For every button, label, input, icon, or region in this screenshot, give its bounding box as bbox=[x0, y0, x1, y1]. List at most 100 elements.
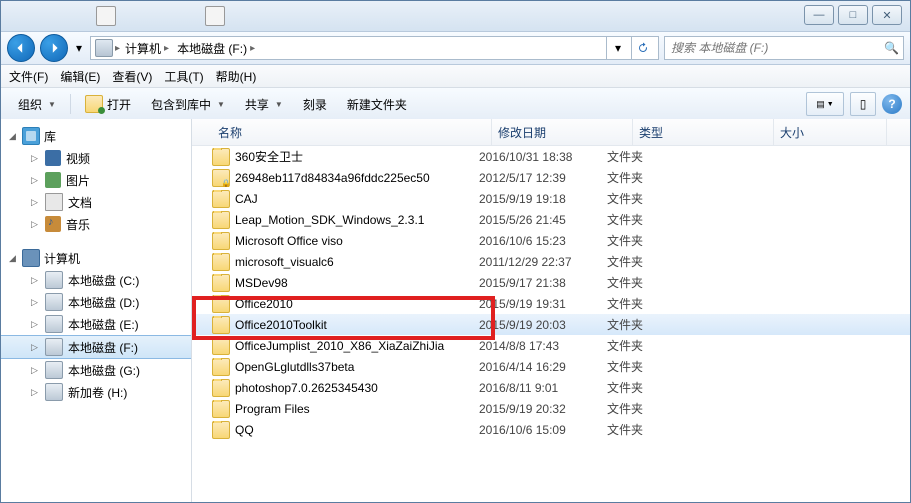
file-date: 2015/9/17 21:38 bbox=[479, 276, 607, 290]
table-row[interactable]: Leap_Motion_SDK_Windows_2.3.12015/5/26 2… bbox=[192, 209, 910, 230]
file-name: MSDev98 bbox=[235, 276, 288, 290]
menu-edit[interactable]: 编辑(E) bbox=[54, 65, 106, 87]
file-type: 文件夹 bbox=[607, 169, 735, 186]
file-name: microsoft_visualc6 bbox=[235, 255, 334, 269]
sidebar-item-label: 本地磁盘 (D:) bbox=[68, 294, 139, 311]
sidebar-item-drive-h[interactable]: ▷新加卷 (H:) bbox=[1, 381, 191, 403]
sidebar-item-videos[interactable]: ▷视频 bbox=[1, 147, 191, 169]
sidebar-item-label: 本地磁盘 (E:) bbox=[68, 316, 139, 333]
drive-icon bbox=[45, 383, 63, 401]
sidebar-computer-head[interactable]: ◢计算机 bbox=[1, 247, 191, 269]
include-library-button[interactable]: 包含到库中▼ bbox=[142, 91, 234, 117]
file-type: 文件夹 bbox=[607, 379, 735, 396]
sidebar-item-pictures[interactable]: ▷图片 bbox=[1, 169, 191, 191]
folder-icon bbox=[212, 337, 230, 355]
file-date: 2015/5/26 21:45 bbox=[479, 213, 607, 227]
back-button[interactable] bbox=[7, 34, 35, 62]
sidebar-libraries-head[interactable]: ◢库 bbox=[1, 125, 191, 147]
address-dropdown[interactable]: ▾ bbox=[606, 37, 629, 59]
folder-icon bbox=[212, 253, 230, 271]
expand-icon: ▷ bbox=[29, 319, 40, 330]
column-size[interactable]: 大小 bbox=[774, 119, 887, 145]
nav-bar: ▾ ▸ 计算机▸ 本地磁盘 (F:)▸ ▾ 🔍 bbox=[1, 32, 910, 65]
menu-view[interactable]: 查看(V) bbox=[106, 65, 158, 87]
expand-icon: ▷ bbox=[29, 153, 40, 164]
folder-icon bbox=[212, 295, 230, 313]
sidebar-item-drive-g[interactable]: ▷ 本地磁盘 (G:) bbox=[1, 359, 191, 381]
folder-icon bbox=[212, 148, 230, 166]
table-row[interactable]: 360安全卫士2016/10/31 18:38文件夹 bbox=[192, 146, 910, 167]
file-date: 2011/12/29 22:37 bbox=[479, 255, 607, 269]
menu-help[interactable]: 帮助(H) bbox=[210, 65, 263, 87]
collapse-icon: ◢ bbox=[7, 131, 18, 142]
drive-icon bbox=[95, 39, 113, 57]
expand-icon: ▷ bbox=[29, 387, 40, 398]
table-row[interactable]: Office2010Toolkit2015/9/19 20:03文件夹 bbox=[192, 314, 910, 335]
new-folder-button[interactable]: 新建文件夹 bbox=[338, 91, 416, 117]
table-row[interactable]: Program Files2015/9/19 20:32文件夹 bbox=[192, 398, 910, 419]
address-bar[interactable]: ▸ 计算机▸ 本地磁盘 (F:)▸ ▾ bbox=[90, 36, 659, 60]
file-name: OpenGLglutdlls37beta bbox=[235, 360, 354, 374]
maximize-button[interactable]: □ bbox=[838, 5, 868, 25]
column-date[interactable]: 修改日期 bbox=[492, 119, 633, 145]
column-name[interactable]: 名称 bbox=[212, 119, 492, 145]
organize-button[interactable]: 组织▼ bbox=[9, 91, 65, 117]
expand-icon: ▷ bbox=[29, 365, 40, 376]
folder-icon bbox=[212, 190, 230, 208]
sidebar-item-music[interactable]: ▷音乐 bbox=[1, 213, 191, 235]
search-box[interactable]: 🔍 bbox=[664, 36, 904, 60]
table-row[interactable]: 26948eb117d84834a96fddc225ec502012/5/17 … bbox=[192, 167, 910, 188]
sidebar-item-drive-e[interactable]: ▷ 本地磁盘 (E:) bbox=[1, 313, 191, 335]
app-icon bbox=[96, 6, 116, 26]
table-row[interactable]: microsoft_visualc62011/12/29 22:37文件夹 bbox=[192, 251, 910, 272]
sidebar-item-label: 图片 bbox=[66, 172, 90, 189]
folder-icon bbox=[212, 274, 230, 292]
search-input[interactable] bbox=[669, 40, 880, 56]
table-row[interactable]: Microsoft Office viso2016/10/6 15:23文件夹 bbox=[192, 230, 910, 251]
table-row[interactable]: OpenGLglutdlls37beta2016/4/14 16:29文件夹 bbox=[192, 356, 910, 377]
documents-icon bbox=[45, 193, 63, 211]
file-name: OfficeJumplist_2010_X86_XiaZaiZhiJia bbox=[235, 339, 444, 353]
sidebar[interactable]: ◢库 ▷视频▷图片▷文档▷音乐 ◢计算机 ▷本地磁盘 (C:)▷本地磁盘 (D:… bbox=[1, 119, 192, 502]
open-button[interactable]: 打开 bbox=[76, 91, 140, 117]
forward-button[interactable] bbox=[40, 34, 68, 62]
table-row[interactable]: OfficeJumplist_2010_X86_XiaZaiZhiJia2014… bbox=[192, 335, 910, 356]
refresh-button[interactable] bbox=[631, 37, 654, 59]
sidebar-item-documents[interactable]: ▷文档 bbox=[1, 191, 191, 213]
table-row[interactable]: CAJ2015/9/19 19:18文件夹 bbox=[192, 188, 910, 209]
table-row[interactable]: MSDev982015/9/17 21:38文件夹 bbox=[192, 272, 910, 293]
sidebar-item-label: 本地磁盘 (G:) bbox=[68, 362, 140, 379]
file-type: 文件夹 bbox=[607, 316, 735, 333]
breadcrumb-computer[interactable]: 计算机▸ bbox=[122, 38, 172, 58]
videos-icon bbox=[45, 150, 61, 166]
folder-icon bbox=[212, 169, 230, 187]
search-icon[interactable]: 🔍 bbox=[884, 41, 899, 55]
sidebar-item-drive-f[interactable]: ▷本地磁盘 (F:) bbox=[1, 335, 191, 359]
burn-button[interactable]: 刻录 bbox=[294, 91, 336, 117]
folder-icon bbox=[212, 421, 230, 439]
titlebar[interactable]: — □ ✕ bbox=[1, 1, 910, 32]
chevron-right-icon[interactable]: ▸ bbox=[115, 43, 120, 54]
share-button[interactable]: 共享▼ bbox=[236, 91, 292, 117]
file-list[interactable]: 360安全卫士2016/10/31 18:38文件夹26948eb117d848… bbox=[192, 146, 910, 502]
sidebar-item-drive-c[interactable]: ▷本地磁盘 (C:) bbox=[1, 269, 191, 291]
file-name: 360安全卫士 bbox=[235, 148, 303, 165]
breadcrumb-drive-f[interactable]: 本地磁盘 (F:)▸ bbox=[174, 38, 258, 58]
close-button[interactable]: ✕ bbox=[872, 5, 902, 25]
menu-tools[interactable]: 工具(T) bbox=[158, 65, 209, 87]
minimize-button[interactable]: — bbox=[804, 5, 834, 25]
preview-pane-button[interactable]: ▯ bbox=[850, 92, 876, 116]
view-options-button[interactable]: ▤▼ bbox=[806, 92, 844, 116]
sidebar-item-drive-d[interactable]: ▷本地磁盘 (D:) bbox=[1, 291, 191, 313]
table-row[interactable]: QQ2016/10/6 15:09文件夹 bbox=[192, 419, 910, 440]
column-type[interactable]: 类型 bbox=[633, 119, 774, 145]
file-type: 文件夹 bbox=[607, 421, 735, 438]
drive-icon bbox=[45, 361, 63, 379]
table-row[interactable]: Office20102015/9/19 19:31文件夹 bbox=[192, 293, 910, 314]
table-row[interactable]: photoshop7.0.26253454302016/8/11 9:01文件夹 bbox=[192, 377, 910, 398]
menu-file[interactable]: 文件(F) bbox=[3, 65, 54, 87]
file-date: 2016/10/6 15:09 bbox=[479, 423, 607, 437]
history-dropdown[interactable]: ▾ bbox=[73, 38, 85, 58]
help-button[interactable]: ? bbox=[882, 94, 902, 114]
app-icon-2 bbox=[205, 6, 225, 26]
